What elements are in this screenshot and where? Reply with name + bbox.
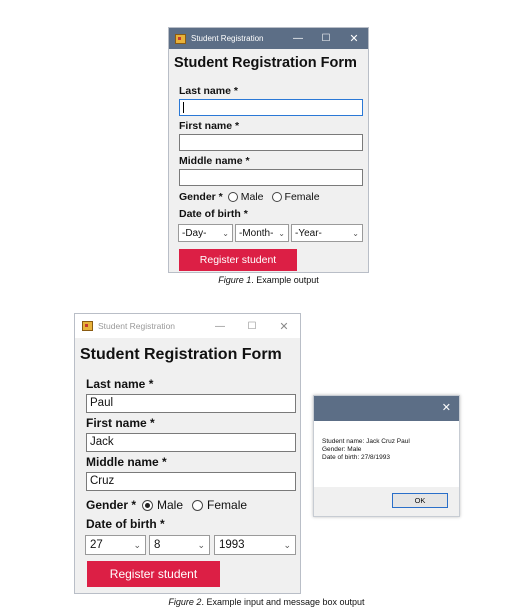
message-line-dob: Date of birth: 27/8/1993 xyxy=(322,454,390,461)
day-value: -Day- xyxy=(182,227,207,239)
text-cursor xyxy=(183,102,184,113)
year-select[interactable]: -Year- ⌄ xyxy=(291,224,363,242)
middle-name-label: Middle name * xyxy=(86,455,167,469)
last-name-label: Last name * xyxy=(86,377,154,391)
message-line-gender: Gender: Male xyxy=(322,446,362,453)
last-name-field[interactable] xyxy=(179,99,363,116)
form-title: Student Registration Form xyxy=(80,346,282,363)
message-content: Student name: Jack Cruz Paul Gender: Mal… xyxy=(314,421,459,487)
gender-row: Gender * Male Female xyxy=(86,498,247,512)
close-icon[interactable]: ✕ xyxy=(340,32,368,45)
title-bar[interactable]: Student Registration — ☐ ✕ xyxy=(75,314,300,338)
form-title: Student Registration Form xyxy=(174,55,357,71)
minimize-icon[interactable]: — xyxy=(284,33,312,44)
first-name-label: First name * xyxy=(86,416,155,430)
female-radio[interactable] xyxy=(271,192,282,202)
month-value: 8 xyxy=(154,539,161,551)
dob-label: Date of birth * xyxy=(86,517,165,531)
first-name-label: First name * xyxy=(179,120,240,132)
message-box: ✕ Student name: Jack Cruz Paul Gender: M… xyxy=(313,395,460,517)
male-radio[interactable] xyxy=(227,192,238,202)
male-label[interactable]: Male xyxy=(241,191,264,203)
window-title: Student Registration xyxy=(191,34,264,43)
dob-label: Date of birth * xyxy=(179,208,248,220)
app-icon xyxy=(175,33,186,44)
caption-text: . Example output xyxy=(251,275,319,285)
middle-name-label: Middle name * xyxy=(179,155,250,167)
day-select[interactable]: 27 ⌄ xyxy=(85,535,146,555)
ok-button[interactable]: OK xyxy=(392,493,448,508)
message-line-name: Student name: Jack Cruz Paul xyxy=(322,438,410,445)
day-select[interactable]: -Day- ⌄ xyxy=(178,224,233,242)
caption-figure-number: Figure 1 xyxy=(218,275,252,285)
female-label[interactable]: Female xyxy=(207,498,247,512)
last-name-value: Paul xyxy=(90,397,114,409)
maximize-icon[interactable]: ☐ xyxy=(312,33,340,44)
day-value: 27 xyxy=(90,539,103,551)
chevron-down-icon: ⌄ xyxy=(352,228,359,238)
year-select[interactable]: 1993 ⌄ xyxy=(214,535,296,555)
chevron-down-icon: ⌄ xyxy=(197,539,205,550)
female-label[interactable]: Female xyxy=(285,191,320,203)
male-label[interactable]: Male xyxy=(157,498,183,512)
caption-text: . Example input and message box output xyxy=(201,597,365,607)
middle-name-field[interactable] xyxy=(179,169,363,186)
chevron-down-icon: ⌄ xyxy=(133,539,141,550)
male-radio[interactable] xyxy=(142,499,154,511)
app-icon xyxy=(82,321,93,331)
first-name-field[interactable] xyxy=(179,134,363,151)
last-name-label: Last name * xyxy=(179,85,238,97)
middle-name-field[interactable]: Cruz xyxy=(86,472,296,491)
close-icon[interactable]: ✕ xyxy=(268,320,300,333)
window-title: Student Registration xyxy=(98,321,176,331)
gender-label: Gender * xyxy=(86,498,137,512)
year-value: -Year- xyxy=(295,227,322,239)
female-radio[interactable] xyxy=(192,499,204,511)
middle-name-value: Cruz xyxy=(90,475,115,487)
first-name-field[interactable]: Jack xyxy=(86,433,296,452)
maximize-icon[interactable]: ☐ xyxy=(236,321,268,332)
close-icon[interactable]: ✕ xyxy=(442,401,451,414)
month-select[interactable]: -Month- ⌄ xyxy=(235,224,289,242)
register-button[interactable]: Register student xyxy=(179,249,297,271)
month-value: -Month- xyxy=(239,227,274,239)
month-select[interactable]: 8 ⌄ xyxy=(149,535,210,555)
register-button[interactable]: Register student xyxy=(87,561,220,587)
registration-window-filled: Student Registration — ☐ ✕ Student Regis… xyxy=(74,313,301,594)
figure-1-caption: Figure 1. Example output xyxy=(168,275,369,285)
registration-window-empty: Student Registration — ☐ ✕ Student Regis… xyxy=(168,27,369,273)
figure-2-caption: Figure 2. Example input and message box … xyxy=(74,597,459,607)
minimize-icon[interactable]: — xyxy=(204,321,236,332)
chevron-down-icon: ⌄ xyxy=(278,228,285,238)
caption-figure-number: Figure 2 xyxy=(168,597,202,607)
last-name-field[interactable]: Paul xyxy=(86,394,296,413)
gender-row: Gender * Male Female xyxy=(179,191,320,203)
year-value: 1993 xyxy=(219,539,245,551)
title-bar[interactable]: Student Registration — ☐ ✕ xyxy=(169,28,368,49)
gender-label: Gender * xyxy=(179,191,223,203)
chevron-down-icon: ⌄ xyxy=(283,539,291,550)
message-box-title-bar[interactable]: ✕ xyxy=(314,396,459,421)
chevron-down-icon: ⌄ xyxy=(222,228,229,238)
first-name-value: Jack xyxy=(90,436,114,448)
